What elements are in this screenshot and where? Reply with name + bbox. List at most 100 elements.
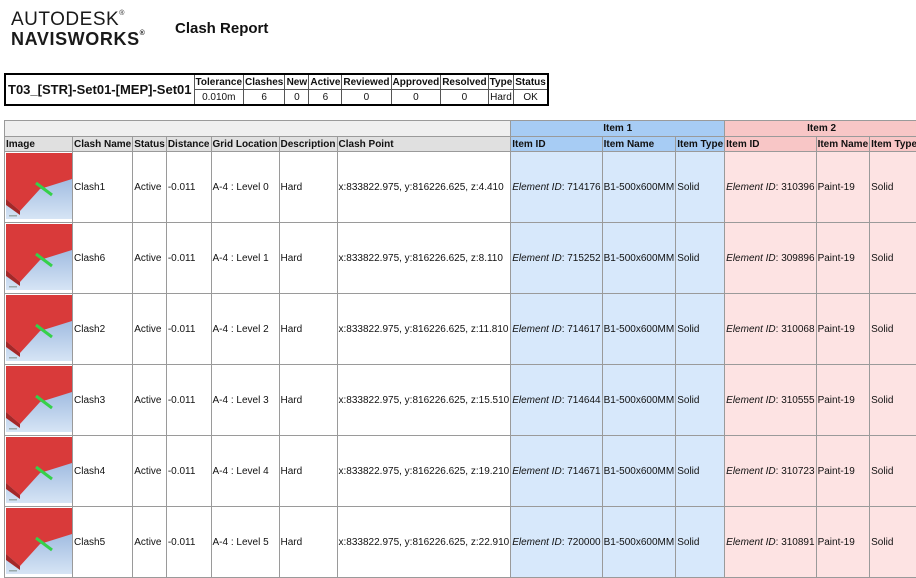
clash-image-cell (5, 294, 73, 365)
element-id-value: 310723 (781, 466, 814, 477)
clash-point-cell: x:833822.975, y:816226.625, z:19.210 (337, 436, 511, 507)
grid-location-cell: A-4 : Level 5 (211, 507, 279, 578)
item1-type-cell: Solid (676, 223, 725, 294)
item2-name-cell: Paint-19 (816, 436, 870, 507)
summary-header-reviewed: Reviewed (342, 74, 391, 90)
clash-thumbnail-image[interactable] (6, 508, 72, 574)
item1-type-cell: Solid (676, 152, 725, 223)
clash-status-cell: Active (133, 294, 167, 365)
summary-value-new: 0 (285, 90, 309, 106)
clash-distance-cell: -0.011 (166, 507, 211, 578)
grid-location-cell: A-4 : Level 0 (211, 152, 279, 223)
clash-distance-cell: -0.011 (166, 152, 211, 223)
clash-distance-cell: -0.011 (166, 223, 211, 294)
summary-header-new: New (285, 74, 309, 90)
item1-id-cell: Element ID: 715252 (511, 223, 602, 294)
element-id-value: 309896 (781, 253, 814, 264)
element-id-label: Element ID (512, 253, 561, 264)
description-cell: Hard (279, 436, 337, 507)
item2-name-cell: Paint-19 (816, 507, 870, 578)
clash-status-cell: Active (133, 223, 167, 294)
summary-value-reviewed: 0 (342, 90, 391, 106)
element-id-value: 310396 (781, 182, 814, 193)
group-header-item-1: Item 1 (511, 121, 725, 137)
element-id-label: Element ID (512, 324, 561, 335)
description-cell: Hard (279, 152, 337, 223)
item1-name-cell: B1-500x600MM (602, 152, 676, 223)
element-id-value: 714671 (567, 466, 600, 477)
item1-id-cell: Element ID: 714176 (511, 152, 602, 223)
logo-line-2: NAVISWORKS® (11, 30, 145, 48)
autodesk-navisworks-logo: AUTODESK® NAVISWORKS® (11, 10, 145, 48)
item1-type-cell: Solid (676, 294, 725, 365)
item2-id-cell: Element ID: 310068 (725, 294, 816, 365)
clash-thumbnail-image[interactable] (6, 437, 72, 503)
column-header-description: Description (279, 137, 337, 152)
item2-id-cell: Element ID: 310723 (725, 436, 816, 507)
item2-type-cell: Solid (870, 294, 916, 365)
element-id-value: 714617 (567, 324, 600, 335)
item1-name-cell: B1-500x600MM (602, 365, 676, 436)
column-header-clash-point: Clash Point (337, 137, 511, 152)
item1-name-cell: B1-500x600MM (602, 223, 676, 294)
item2-type-cell: Solid (870, 223, 916, 294)
item1-name-cell: B1-500x600MM (602, 507, 676, 578)
summary-header-status: Status (514, 74, 548, 90)
item2-type-cell: Solid (870, 436, 916, 507)
clash-row: Clash5Active-0.011A-4 : Level 5Hardx:833… (5, 507, 916, 578)
clash-row: Clash2Active-0.011A-4 : Level 2Hardx:833… (5, 294, 916, 365)
element-id-label: Element ID (512, 466, 561, 477)
item2-name-cell: Paint-19 (816, 152, 870, 223)
summary-value-tolerance: 0.010m (194, 90, 244, 106)
summary-header-approved: Approved (391, 74, 441, 90)
clash-name-cell: Clash4 (73, 436, 133, 507)
item2-name-cell: Paint-19 (816, 365, 870, 436)
summary-header-resolved: Resolved (441, 74, 488, 90)
description-cell: Hard (279, 507, 337, 578)
clash-thumbnail-image[interactable] (6, 366, 72, 432)
clash-image-cell (5, 152, 73, 223)
item2-type-cell: Solid (870, 507, 916, 578)
clash-name-cell: Clash1 (73, 152, 133, 223)
element-id-label: Element ID (726, 537, 775, 548)
item1-type-cell: Solid (676, 507, 725, 578)
summary-header-type: Type (488, 74, 514, 90)
column-header-distance: Distance (166, 137, 211, 152)
clash-results-table: Item 1 Item 2 Image Clash Name Status Di… (4, 120, 916, 578)
summary-value-resolved: 0 (441, 90, 488, 106)
element-id-value: 714644 (567, 395, 600, 406)
clash-status-cell: Active (133, 436, 167, 507)
item1-name-cell: B1-500x600MM (602, 294, 676, 365)
element-id-label: Element ID (726, 182, 775, 193)
clash-row: Clash3Active-0.011A-4 : Level 3Hardx:833… (5, 365, 916, 436)
clash-thumbnail-image[interactable] (6, 224, 72, 290)
description-cell: Hard (279, 365, 337, 436)
element-id-value: 720000 (567, 537, 600, 548)
clash-name-cell: Clash3 (73, 365, 133, 436)
clash-thumbnail-image[interactable] (6, 153, 72, 219)
clash-row: Clash6Active-0.011A-4 : Level 1Hardx:833… (5, 223, 916, 294)
summary-value-active: 6 (309, 90, 342, 106)
item2-name-cell: Paint-19 (816, 294, 870, 365)
clash-row: Clash4Active-0.011A-4 : Level 4Hardx:833… (5, 436, 916, 507)
element-id-value: 310068 (781, 324, 814, 335)
clash-thumbnail-image[interactable] (6, 295, 72, 361)
grid-location-cell: A-4 : Level 1 (211, 223, 279, 294)
clash-image-cell (5, 507, 73, 578)
column-header-item2-name: Item Name (816, 137, 870, 152)
element-id-label: Element ID (726, 466, 775, 477)
clash-point-cell: x:833822.975, y:816226.625, z:15.510 (337, 365, 511, 436)
column-header-item1-name: Item Name (602, 137, 676, 152)
clash-name-cell: Clash2 (73, 294, 133, 365)
element-id-label: Element ID (512, 395, 561, 406)
logo-line-1: AUTODESK® (11, 10, 145, 29)
element-id-label: Element ID (512, 182, 561, 193)
clash-status-cell: Active (133, 152, 167, 223)
clash-test-name: T03_[STR]-Set01-[MEP]-Set01 (5, 74, 194, 105)
clash-image-cell (5, 365, 73, 436)
element-id-label: Element ID (726, 324, 775, 335)
column-header-item1-type: Item Type (676, 137, 725, 152)
summary-header-clashes: Clashes (244, 74, 285, 90)
summary-header-active: Active (309, 74, 342, 90)
item1-id-cell: Element ID: 714644 (511, 365, 602, 436)
